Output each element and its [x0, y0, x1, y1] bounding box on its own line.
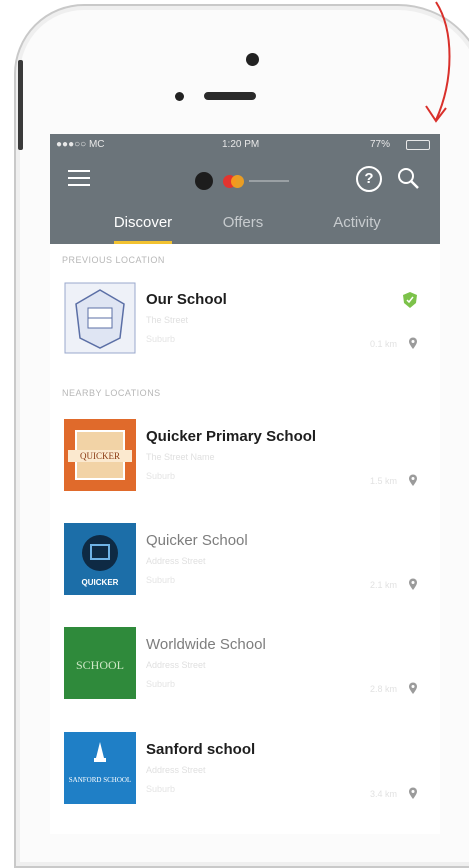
location-name: Worldwide School: [146, 636, 266, 653]
toolbar: ?: [50, 158, 440, 202]
thumbnail-label: SANFORD SCHOOL: [69, 776, 131, 784]
status-time: 1:20 PM: [222, 139, 260, 150]
location-suburb: Suburb: [146, 679, 176, 689]
school-logo-thumbnail: SCHOOL: [64, 627, 136, 699]
brand-logo: [195, 172, 315, 190]
phone-side-button: [18, 60, 23, 150]
location-address: Address Street: [146, 556, 206, 566]
thumbnail-label: SCHOOL: [76, 658, 124, 672]
status-bar: ●●●○○ MC 1:20 PM 77%: [50, 134, 440, 154]
map-pin-icon: [409, 682, 417, 694]
location-row-previous[interactable]: Our School The Street Suburb 0.1 km: [50, 282, 440, 386]
location-distance: 2.8 km: [370, 684, 398, 694]
location-address: Address Street: [146, 765, 206, 775]
app-header: ●●●○○ MC 1:20 PM 77% ? Discover Offers A…: [50, 134, 440, 244]
front-camera: [246, 53, 259, 66]
map-pin-icon: [409, 337, 417, 349]
location-distance: 0.1 km: [370, 339, 398, 349]
partner-logo-icon: [195, 172, 213, 190]
location-name: Quicker Primary School: [146, 428, 317, 445]
section-nearby-locations: NEARBY LOCATIONS: [62, 388, 161, 398]
carrier-signal: ●●●○○ MC: [56, 139, 105, 150]
school-logo-thumbnail: QUICKER: [64, 419, 136, 491]
app-screen: ●●●○○ MC 1:20 PM 77% ? Discover Offers A…: [50, 134, 440, 834]
location-distance: 2.1 km: [370, 580, 398, 590]
location-suburb: Suburb: [146, 575, 176, 585]
thumbnail-label: QUICKER: [80, 451, 120, 461]
location-distance: 1.5 km: [370, 476, 398, 486]
location-suburb: Suburb: [146, 784, 176, 794]
location-row[interactable]: SCHOOL Worldwide School Address Street S…: [50, 627, 440, 731]
tab-activity[interactable]: Activity: [292, 214, 422, 231]
location-row[interactable]: QUICKER Quicker Primary School The Stree…: [50, 419, 440, 523]
location-distance: 3.4 km: [370, 789, 398, 799]
location-name: Sanford school: [146, 741, 256, 758]
location-suburb: Suburb: [146, 334, 176, 344]
school-crest-thumbnail: [64, 282, 136, 354]
help-icon[interactable]: ?: [356, 166, 382, 192]
location-row[interactable]: SANFORD SCHOOL Sanford school Address St…: [50, 732, 440, 834]
location-address: The Street Name: [146, 452, 215, 462]
location-address: The Street: [146, 315, 189, 325]
location-name: Quicker School: [146, 532, 248, 549]
school-logo-thumbnail: QUICKER: [64, 523, 136, 595]
location-address: Address Street: [146, 660, 206, 670]
tab-bar: Discover Offers Activity: [50, 206, 440, 244]
location-suburb: Suburb: [146, 471, 176, 481]
proximity-sensor: [175, 92, 184, 101]
location-name: Our School: [146, 291, 227, 308]
map-pin-icon: [409, 578, 417, 590]
battery-icon: [406, 140, 430, 150]
map-pin-icon: [409, 787, 417, 799]
earpiece-speaker: [204, 92, 256, 100]
tab-offers[interactable]: Offers: [178, 214, 308, 231]
hamburger-icon[interactable]: [68, 170, 90, 186]
section-previous-location: PREVIOUS LOCATION: [62, 255, 165, 265]
battery-percent: 77%: [370, 139, 391, 150]
school-logo-thumbnail: SANFORD SCHOOL: [64, 732, 136, 804]
thumbnail-label: QUICKER: [82, 578, 119, 587]
check-shield-icon: [403, 292, 417, 308]
curved-arrow-icon: [425, 1, 451, 123]
active-tab-indicator: [114, 241, 172, 244]
location-row[interactable]: QUICKER Quicker School Address Street Su…: [50, 523, 440, 627]
search-icon[interactable]: [396, 166, 422, 192]
map-pin-icon: [409, 474, 417, 486]
